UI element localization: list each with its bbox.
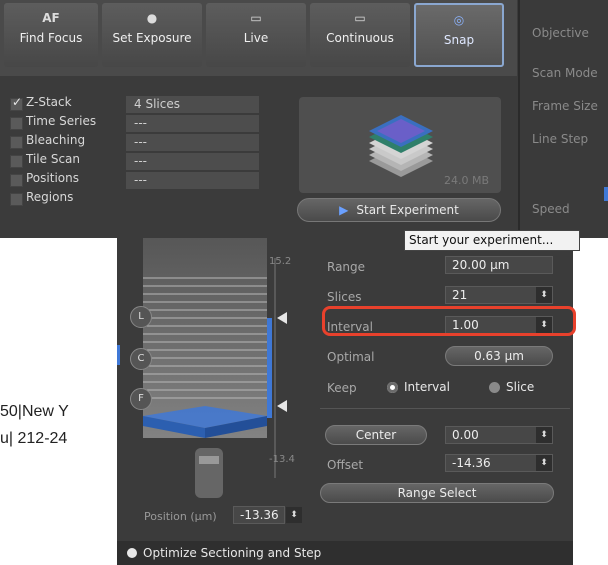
time-series-label: Time Series [26, 114, 97, 128]
live-label: Live [243, 31, 269, 45]
positions-value: --- [126, 172, 259, 189]
acquisition-toolbar: AF Find Focus ● Set Exposure ▭ Live ▭ Co… [0, 0, 517, 76]
optimal-label: Optimal [327, 350, 375, 364]
position-field[interactable]: -13.36 [233, 506, 285, 524]
center-value: 0.00 [452, 428, 479, 442]
optimize-sectioning-bar[interactable]: Optimize Sectioning and Step [117, 541, 573, 565]
center-spinner[interactable]: ⬍ [536, 427, 552, 443]
range-select-button[interactable]: Range Select [320, 483, 554, 503]
z-top-value: 15.2 [269, 256, 292, 267]
snap-label: Snap [443, 33, 475, 47]
continuous-button[interactable]: ▭ Continuous [310, 3, 410, 67]
range-top-handle[interactable] [277, 312, 287, 324]
bleaching-value: --- [126, 134, 259, 151]
divider [320, 408, 570, 409]
offset-spinner[interactable]: ⬍ [536, 455, 552, 471]
start-experiment-button[interactable]: ▶ Start Experiment [297, 198, 501, 222]
keep-slice-label: Slice [506, 380, 535, 394]
offset-value: -14.36 [452, 456, 491, 470]
snap-icon: ◎ [453, 13, 465, 27]
keep-label: Keep [327, 381, 357, 395]
center-field[interactable]: 0.00 ⬍ [445, 426, 553, 444]
keep-interval-radio[interactable] [387, 382, 398, 393]
position-spinner[interactable]: ⬍ [286, 507, 302, 523]
live-icon: ▭ [250, 11, 262, 25]
start-experiment-tooltip: Start your experiment... [404, 230, 580, 251]
camera-icon: ● [146, 11, 158, 25]
panel-edge-indicator [117, 345, 120, 365]
interval-highlight-box [322, 306, 576, 336]
set-exposure-label: Set Exposure [112, 31, 192, 45]
continuous-icon: ▭ [354, 11, 366, 25]
first-slice-button[interactable]: F [130, 388, 152, 410]
regions-checkbox[interactable] [10, 193, 23, 206]
time-series-value: --- [126, 115, 259, 132]
last-slice-button[interactable]: L [130, 306, 152, 328]
continuous-label: Continuous [326, 31, 394, 45]
optimal-value: 0.63 µm [474, 349, 524, 363]
slices-spinner[interactable]: ⬍ [536, 287, 552, 303]
acquisition-settings: Objective Scan Mode Frame Size Line Step… [518, 0, 608, 238]
center-button-label: Center [355, 428, 397, 442]
center-slice-button[interactable]: C [130, 348, 152, 370]
find-focus-label: Find Focus [19, 31, 83, 45]
expand-icon [127, 548, 137, 558]
speed-label: Speed [532, 202, 570, 216]
acquisition-panel: AF Find Focus ● Set Exposure ▭ Live ▭ Co… [0, 0, 608, 238]
positions-checkbox[interactable] [10, 174, 23, 187]
zstack-checkbox[interactable] [10, 95, 23, 111]
line-step-label: Line Step [532, 132, 589, 146]
tile-scan-label: Tile Scan [26, 152, 80, 166]
experiment-preview: 24.0 MB [299, 97, 501, 193]
offset-label: Offset [327, 458, 364, 472]
time-series-checkbox[interactable] [10, 117, 23, 130]
range-slider-track[interactable] [267, 318, 272, 418]
data-size-label: 24.0 MB [443, 174, 489, 187]
z-bottom-value: -13.4 [269, 454, 295, 465]
start-experiment-label: Start Experiment [356, 203, 459, 217]
background-text-line2: u| 212-24 [0, 430, 68, 447]
zstack-label: Z-Stack [26, 95, 72, 109]
center-button[interactable]: Center [325, 425, 427, 445]
range-field[interactable]: 20.00 µm [445, 256, 553, 274]
bleaching-checkbox[interactable] [10, 136, 23, 149]
positions-label: Positions [26, 171, 79, 185]
objective-lens-icon [195, 448, 223, 498]
tile-scan-value: --- [126, 153, 259, 170]
zstack-visualization [143, 238, 287, 498]
range-bottom-handle[interactable] [277, 400, 287, 412]
tile-scan-checkbox[interactable] [10, 155, 23, 168]
keep-slice-radio[interactable] [489, 382, 500, 393]
slices-value: 21 [452, 288, 468, 302]
live-button[interactable]: ▭ Live [206, 3, 306, 67]
optimize-sectioning-label: Optimize Sectioning and Step [143, 546, 322, 560]
play-icon: ▶ [339, 203, 349, 217]
frame-size-label: Frame Size [532, 99, 598, 113]
range-value: 20.00 µm [452, 258, 510, 272]
slices-label: Slices [327, 290, 362, 304]
af-icon: AF [42, 11, 60, 25]
offset-field[interactable]: -14.36 ⬍ [445, 454, 553, 472]
objective-label: Objective [532, 26, 589, 40]
position-label: Position (µm) [144, 510, 217, 523]
set-exposure-button[interactable]: ● Set Exposure [102, 3, 202, 67]
keep-interval-label: Interval [404, 380, 450, 394]
bleaching-label: Bleaching [26, 133, 86, 147]
snap-button[interactable]: ◎ Snap [414, 3, 504, 67]
range-select-label: Range Select [397, 486, 477, 500]
zstack-panel: 15.2 -13.4 L C F Position (µm) -13.36 ⬍ … [117, 238, 573, 565]
zstack-value: 4 Slices [126, 96, 259, 113]
find-focus-button[interactable]: AF Find Focus [4, 3, 98, 67]
regions-label: Regions [26, 190, 74, 204]
position-value: -13.36 [240, 508, 279, 522]
slices-field[interactable]: 21 ⬍ [445, 286, 553, 304]
speed-slider-handle[interactable] [604, 187, 608, 201]
range-label: Range [327, 260, 366, 274]
scan-mode-label: Scan Mode [532, 66, 598, 80]
optimal-button[interactable]: 0.63 µm [445, 346, 553, 366]
background-text-line1: 50|New Y [0, 403, 69, 420]
